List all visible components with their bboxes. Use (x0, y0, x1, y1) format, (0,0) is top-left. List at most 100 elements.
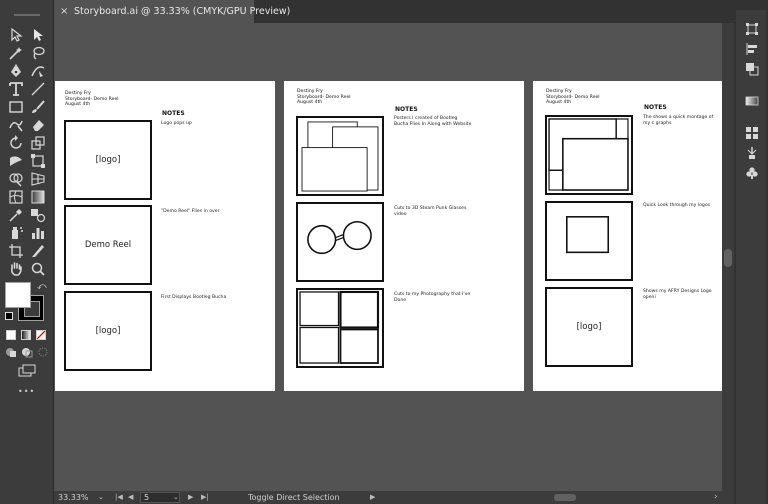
magic-wand-tool-icon[interactable] (7, 44, 25, 62)
draw-normal-icon[interactable] (4, 345, 18, 359)
shaper-tool-icon[interactable] (7, 116, 25, 134)
document-tab[interactable]: × Storyboard.ai @ 33.33% (CMYK/GPU Previe… (54, 0, 290, 23)
zoom-tool-icon[interactable] (29, 260, 47, 278)
artboard-header: Destiny Fry Storyboard- Demo Reel August… (546, 89, 600, 106)
transform-panel-icon[interactable] (745, 22, 759, 36)
storyboard-date: August 4th (65, 102, 91, 108)
close-tab-icon[interactable]: × (60, 0, 70, 23)
frame-note: Quick Look through my logos (643, 203, 711, 208)
tools-panel: ⤺ ••• (0, 0, 54, 504)
paintbrush-tool-icon[interactable] (29, 98, 47, 116)
next-artboard-icon[interactable]: ▶ (188, 491, 193, 504)
frame-note: Logo pops up (161, 121, 192, 126)
montage-sketch (548, 118, 629, 191)
vertical-scrollbar[interactable] (722, 23, 734, 491)
canvas[interactable]: Destiny Fry Storyboard- Demo Reel August… (54, 23, 722, 491)
blend-tool-icon[interactable] (29, 206, 47, 224)
storyboard-frame[interactable]: Demo Reel (64, 205, 152, 285)
storyboard-frame[interactable] (296, 116, 384, 196)
gradient-mode-icon[interactable] (21, 330, 31, 340)
pathfinder-panel-icon[interactable] (745, 62, 759, 76)
vertical-scroll-thumb[interactable] (724, 249, 732, 267)
storyboard-frame[interactable] (545, 115, 633, 195)
draw-behind-icon[interactable] (20, 345, 34, 359)
selection-tool-icon[interactable] (7, 26, 25, 44)
artboard-header: Destiny Fry Storyboard- Demo Reel August… (297, 89, 351, 106)
edit-toolbar-more-icon[interactable]: ••• (18, 387, 35, 396)
toolbar-grip[interactable] (14, 14, 40, 16)
document-tab-title: Storyboard.ai @ 33.33% (CMYK/GPU Preview… (74, 6, 291, 17)
notes-heading: NOTES (162, 110, 185, 117)
document-tab-bar: × Storyboard.ai @ 33.33% (CMYK/GPU Previe… (0, 0, 768, 23)
rectangle-tool-icon[interactable] (7, 98, 25, 116)
zoom-level[interactable]: 33.33% (58, 491, 89, 504)
brushes-panel-icon[interactable] (745, 146, 759, 160)
notes-heading: NOTES (644, 104, 667, 111)
symbols-panel-icon[interactable] (745, 166, 759, 180)
photography-grid-sketch (299, 290, 380, 364)
lasso-tool-icon[interactable] (29, 44, 47, 62)
type-tool-icon[interactable] (7, 80, 25, 98)
shape-builder-tool-icon[interactable] (7, 170, 25, 188)
storyboard-frame[interactable]: [logo] (545, 287, 633, 367)
frame-note: "Demo Reel" Flies in over (161, 209, 220, 214)
storyboard-frame[interactable] (296, 288, 384, 368)
frame-note: Posters I created of Bootleg Bucha Flies… (394, 116, 472, 127)
column-graph-tool-icon[interactable] (29, 224, 47, 242)
artboard-3[interactable]: Destiny Fry Storyboard- Demo Reel August… (533, 81, 722, 391)
panel-dock (734, 0, 768, 504)
symbol-sprayer-tool-icon[interactable] (7, 224, 25, 242)
none-mode-icon[interactable] (36, 330, 46, 340)
gradient-tool-icon[interactable] (29, 188, 47, 206)
previous-artboard-icon[interactable]: ◀ (128, 491, 133, 504)
pen-tool-icon[interactable] (7, 62, 25, 80)
zoom-dropdown-icon[interactable]: ⌄ (98, 491, 104, 504)
storyboard-frame[interactable] (545, 201, 633, 281)
direct-selection-tool-icon[interactable] (29, 26, 47, 44)
hand-tool-icon[interactable] (7, 260, 25, 278)
eraser-tool-icon[interactable] (29, 116, 47, 134)
frame-label: [logo] (95, 155, 121, 165)
artboard-tool-icon[interactable] (7, 242, 25, 260)
align-panel-icon[interactable] (745, 42, 759, 56)
notes-heading: NOTES (395, 106, 418, 113)
warp-tool-icon[interactable] (7, 152, 25, 170)
horizontal-scrollbar[interactable] (434, 493, 714, 502)
swap-fill-stroke-icon[interactable]: ⤺ (37, 282, 47, 292)
storyboard-date: August 4th (546, 100, 572, 106)
fill-color-swatch[interactable] (5, 282, 31, 308)
default-fill-stroke-icon[interactable] (5, 312, 13, 320)
horizontal-scroll-thumb[interactable] (554, 494, 576, 501)
storyboard-frame[interactable]: [logo] (64, 120, 152, 200)
frame-label: [logo] (95, 326, 121, 336)
perspective-grid-tool-icon[interactable] (29, 170, 47, 188)
last-artboard-icon[interactable]: ▶| (201, 491, 209, 504)
color-mode-icon[interactable] (6, 330, 16, 340)
frame-note: Cuts to my Photography that I've Done (394, 292, 471, 303)
posters-sketch (301, 121, 379, 192)
artboard-number: 5 (144, 493, 150, 502)
scroll-right-icon[interactable]: › (714, 491, 718, 504)
curvature-tool-icon[interactable] (29, 62, 47, 80)
artboard-header: Destiny Fry Storyboard- Demo Reel August… (65, 91, 119, 108)
gradient-panel-icon[interactable] (745, 94, 759, 108)
rotate-tool-icon[interactable] (7, 134, 25, 152)
artboard-dropdown-icon[interactable]: ⌄ (173, 491, 179, 504)
slice-tool-icon[interactable] (29, 242, 47, 260)
status-menu-icon[interactable]: ▶ (370, 491, 375, 504)
draw-inside-icon[interactable] (36, 345, 50, 359)
frame-note: Cuts to 3D Steam Punk Glasses video (394, 206, 467, 217)
storyboard-frame[interactable] (296, 202, 384, 282)
screen-mode-icon[interactable] (17, 364, 37, 378)
line-tool-icon[interactable] (29, 80, 47, 98)
artboard-1[interactable]: Destiny Fry Storyboard- Demo Reel August… (55, 81, 275, 391)
artboard-2[interactable]: Destiny Fry Storyboard- Demo Reel August… (284, 81, 524, 391)
swatches-panel-icon[interactable] (745, 126, 759, 140)
free-transform-tool-icon[interactable] (29, 152, 47, 170)
first-artboard-icon[interactable]: |◀ (115, 491, 123, 504)
scale-tool-icon[interactable] (29, 134, 47, 152)
storyboard-frame[interactable]: [logo] (64, 291, 152, 371)
eyedropper-tool-icon[interactable] (7, 206, 25, 224)
illustrator-window: × Storyboard.ai @ 33.33% (CMYK/GPU Previe… (0, 0, 768, 504)
mesh-tool-icon[interactable] (7, 188, 25, 206)
